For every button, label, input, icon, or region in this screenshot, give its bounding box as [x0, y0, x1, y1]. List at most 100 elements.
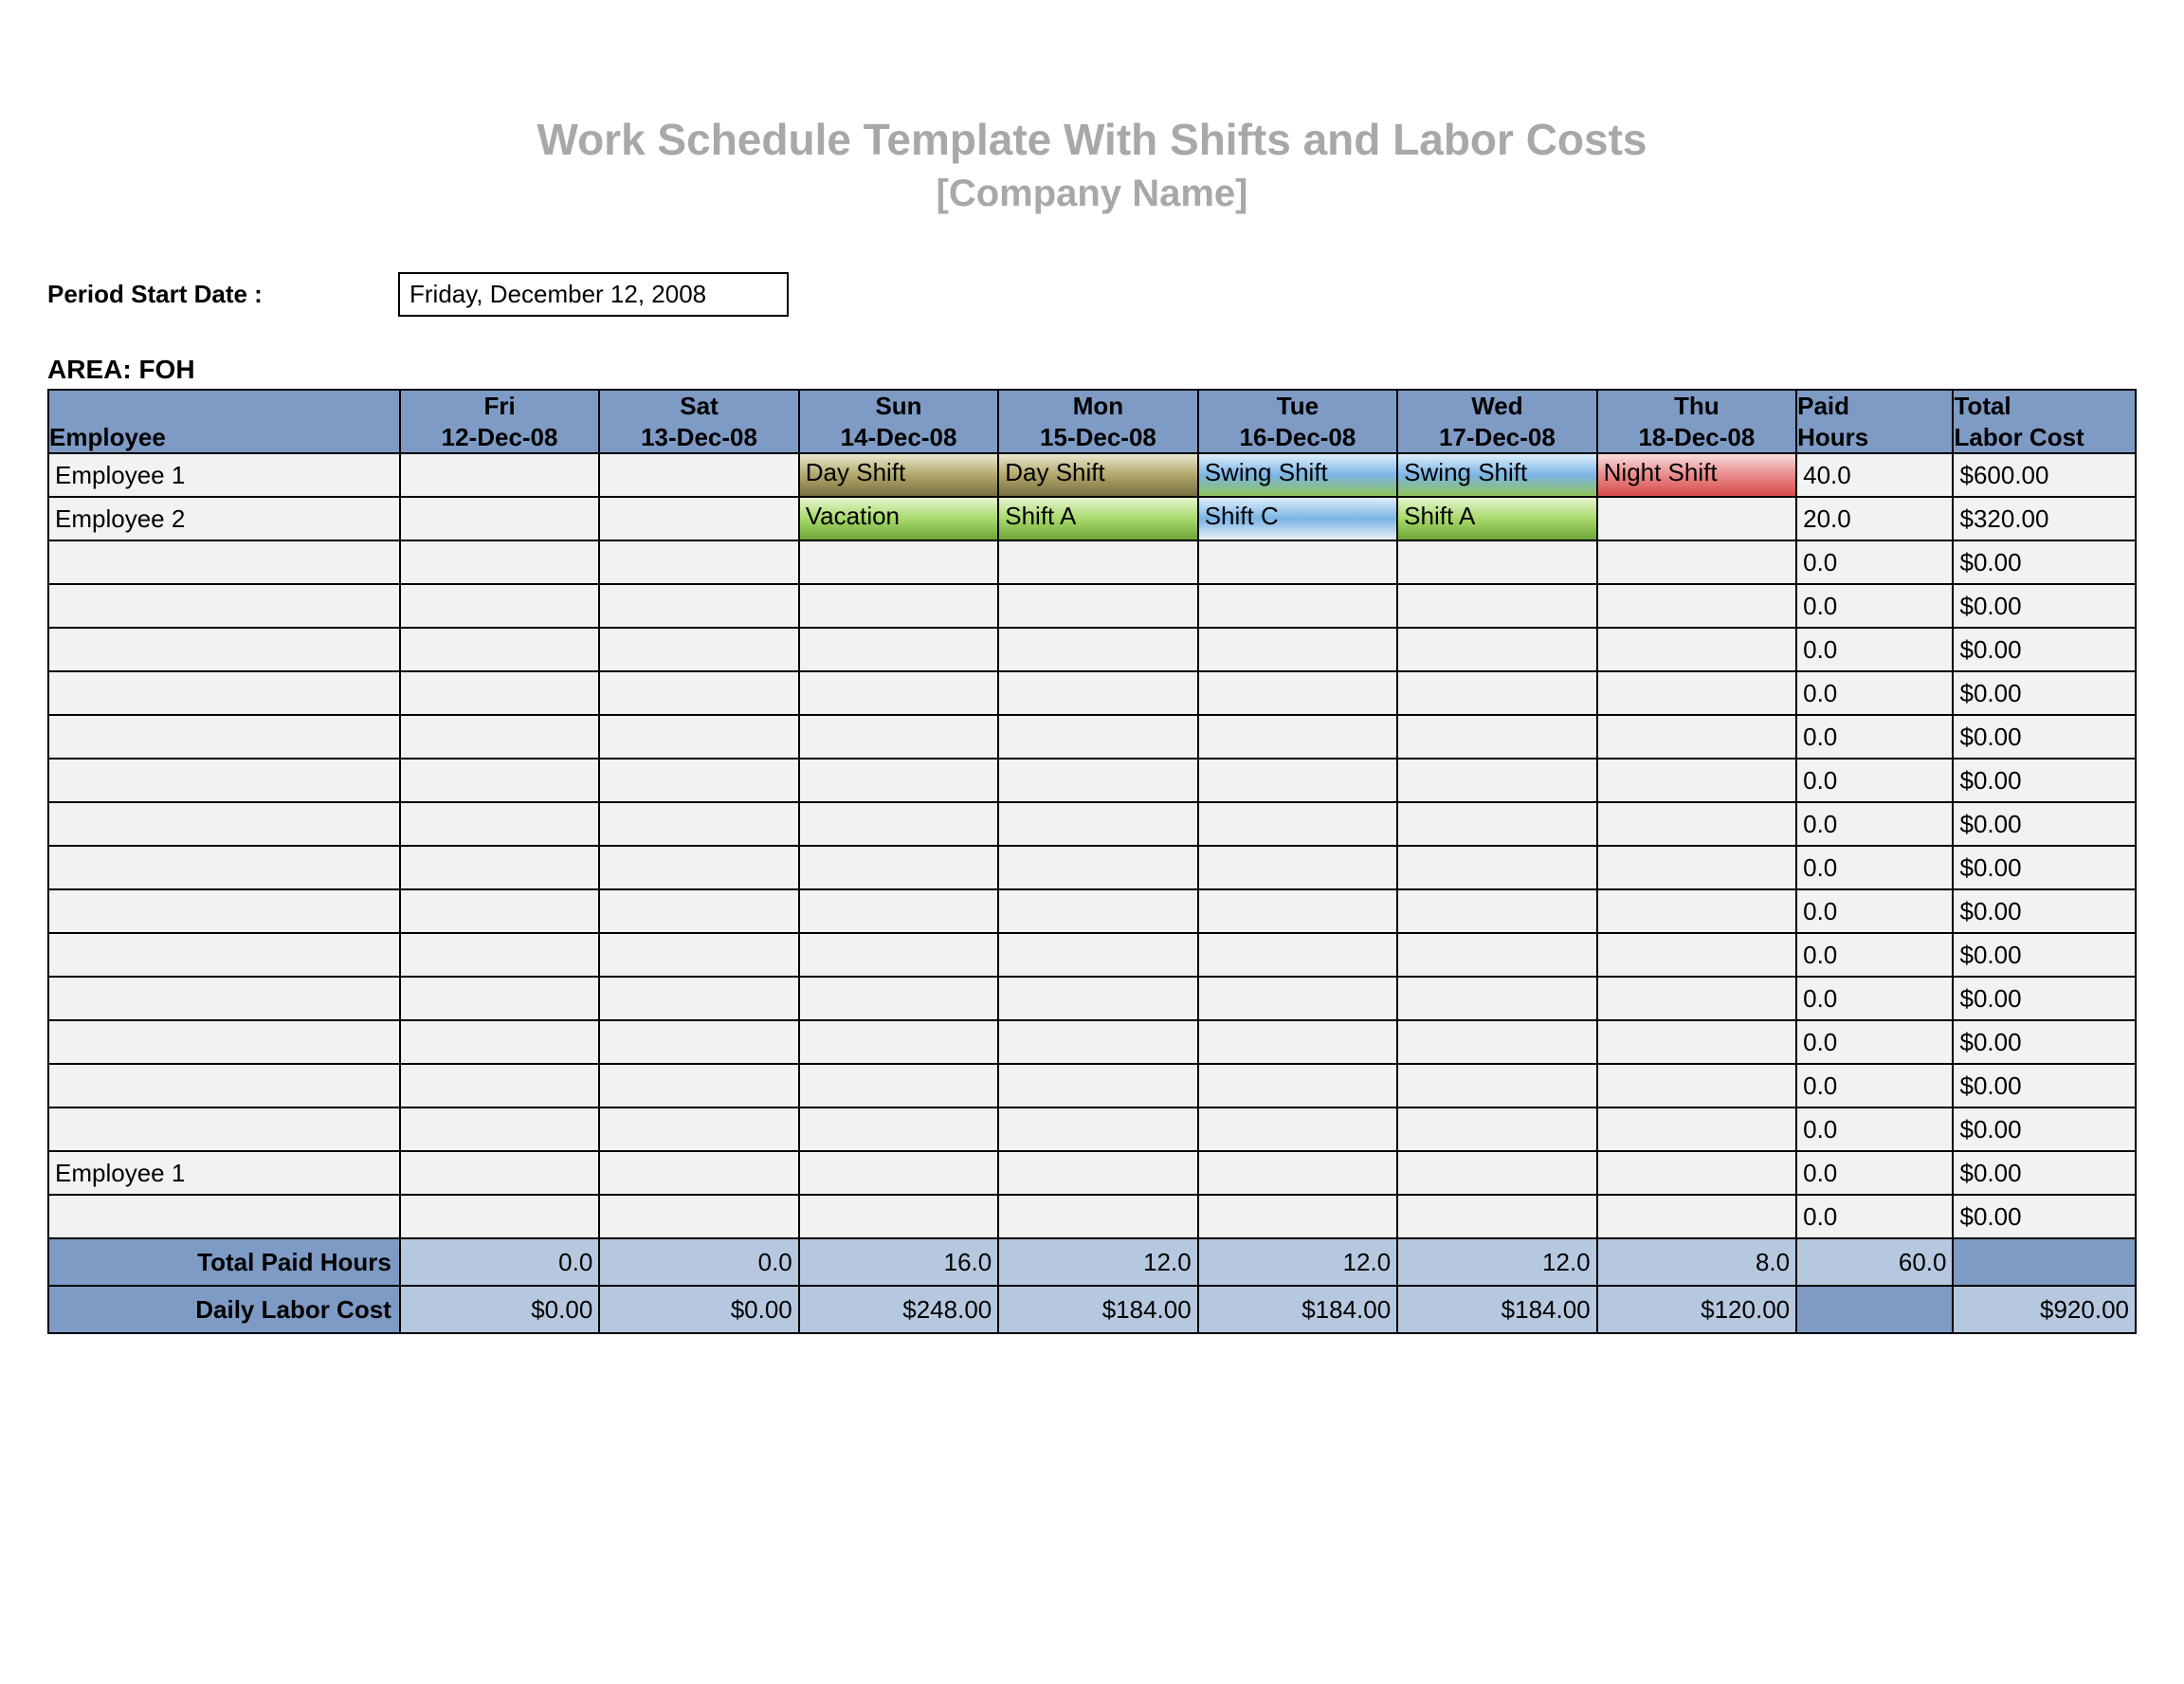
shift-cell[interactable] [599, 889, 798, 933]
shift-cell[interactable] [998, 1195, 1197, 1238]
shift-pill[interactable]: Vacation [800, 498, 997, 540]
shift-cell[interactable] [799, 802, 998, 846]
shift-cell[interactable] [400, 1064, 599, 1107]
employee-name-cell[interactable] [48, 759, 400, 802]
shift-cell[interactable] [599, 1064, 798, 1107]
shift-cell[interactable]: Shift A [998, 497, 1197, 540]
shift-cell[interactable] [599, 671, 798, 715]
shift-cell[interactable] [998, 1064, 1197, 1107]
shift-cell[interactable] [400, 759, 599, 802]
shift-cell[interactable] [1597, 889, 1796, 933]
shift-cell[interactable] [799, 628, 998, 671]
shift-cell[interactable] [799, 1151, 998, 1195]
shift-cell[interactable] [599, 628, 798, 671]
shift-pill[interactable]: Night Shift [1598, 454, 1795, 496]
shift-cell[interactable] [599, 933, 798, 977]
shift-cell[interactable] [1597, 1195, 1796, 1238]
shift-cell[interactable] [1397, 977, 1596, 1020]
shift-cell[interactable] [1198, 1195, 1397, 1238]
employee-name-cell[interactable] [48, 1020, 400, 1064]
shift-cell[interactable] [799, 1064, 998, 1107]
employee-name-cell[interactable] [48, 977, 400, 1020]
shift-cell[interactable]: Swing Shift [1397, 453, 1596, 497]
shift-cell[interactable] [998, 584, 1197, 628]
shift-cell[interactable] [400, 584, 599, 628]
shift-cell[interactable] [1397, 628, 1596, 671]
employee-name-cell[interactable] [48, 671, 400, 715]
shift-cell[interactable] [400, 628, 599, 671]
shift-cell[interactable] [1597, 933, 1796, 977]
shift-cell[interactable] [599, 540, 798, 584]
shift-cell[interactable] [998, 759, 1197, 802]
employee-name-cell[interactable] [48, 584, 400, 628]
shift-cell[interactable] [599, 802, 798, 846]
shift-cell[interactable] [998, 846, 1197, 889]
employee-name-cell[interactable] [48, 715, 400, 759]
shift-cell[interactable] [1198, 540, 1397, 584]
shift-cell[interactable] [400, 977, 599, 1020]
shift-cell[interactable] [599, 453, 798, 497]
shift-cell[interactable] [998, 802, 1197, 846]
employee-name-cell[interactable] [48, 1195, 400, 1238]
shift-cell[interactable] [1597, 497, 1796, 540]
shift-cell[interactable] [1397, 1195, 1596, 1238]
shift-cell[interactable] [1198, 671, 1397, 715]
shift-cell[interactable] [1597, 715, 1796, 759]
employee-name-cell[interactable] [48, 628, 400, 671]
shift-cell[interactable] [1198, 977, 1397, 1020]
shift-cell[interactable] [400, 1020, 599, 1064]
shift-cell[interactable] [998, 933, 1197, 977]
shift-cell[interactable] [1397, 584, 1596, 628]
shift-cell[interactable] [1198, 628, 1397, 671]
shift-cell[interactable] [799, 759, 998, 802]
shift-cell[interactable] [1397, 1151, 1596, 1195]
shift-cell[interactable] [400, 889, 599, 933]
shift-cell[interactable] [1397, 759, 1596, 802]
shift-cell[interactable] [1597, 1064, 1796, 1107]
shift-cell[interactable] [599, 1151, 798, 1195]
shift-cell[interactable] [799, 671, 998, 715]
shift-cell[interactable] [599, 759, 798, 802]
shift-pill[interactable]: Swing Shift [1398, 454, 1595, 496]
shift-pill[interactable]: Shift C [1199, 498, 1396, 540]
shift-cell[interactable] [799, 1107, 998, 1151]
shift-cell[interactable] [400, 1107, 599, 1151]
shift-cell[interactable] [400, 540, 599, 584]
shift-cell[interactable] [400, 802, 599, 846]
shift-cell[interactable] [400, 715, 599, 759]
shift-cell[interactable] [400, 933, 599, 977]
shift-cell[interactable] [599, 715, 798, 759]
shift-cell[interactable] [1597, 1151, 1796, 1195]
shift-cell[interactable] [599, 584, 798, 628]
shift-cell[interactable] [1397, 889, 1596, 933]
shift-cell[interactable] [400, 671, 599, 715]
employee-name-cell[interactable] [48, 1064, 400, 1107]
shift-cell[interactable] [1597, 846, 1796, 889]
shift-cell[interactable]: Shift C [1198, 497, 1397, 540]
employee-name-cell[interactable] [48, 1107, 400, 1151]
shift-cell[interactable]: Swing Shift [1198, 453, 1397, 497]
shift-cell[interactable] [799, 977, 998, 1020]
shift-cell[interactable] [1397, 671, 1596, 715]
shift-cell[interactable] [1397, 802, 1596, 846]
shift-cell[interactable] [1198, 1020, 1397, 1064]
shift-cell[interactable] [1397, 715, 1596, 759]
shift-cell[interactable] [1397, 1064, 1596, 1107]
shift-cell[interactable] [799, 540, 998, 584]
shift-cell[interactable] [1597, 628, 1796, 671]
shift-cell[interactable] [1597, 584, 1796, 628]
shift-cell[interactable] [1597, 671, 1796, 715]
shift-cell[interactable] [400, 1195, 599, 1238]
shift-cell[interactable] [799, 584, 998, 628]
employee-name-cell[interactable] [48, 846, 400, 889]
shift-cell[interactable] [799, 715, 998, 759]
shift-cell[interactable] [799, 889, 998, 933]
shift-cell[interactable] [599, 846, 798, 889]
shift-cell[interactable] [1198, 846, 1397, 889]
shift-pill[interactable]: Swing Shift [1199, 454, 1396, 496]
shift-cell[interactable]: Vacation [799, 497, 998, 540]
shift-cell[interactable] [1198, 584, 1397, 628]
shift-cell[interactable] [1597, 802, 1796, 846]
shift-cell[interactable] [400, 497, 599, 540]
shift-cell[interactable] [1198, 802, 1397, 846]
